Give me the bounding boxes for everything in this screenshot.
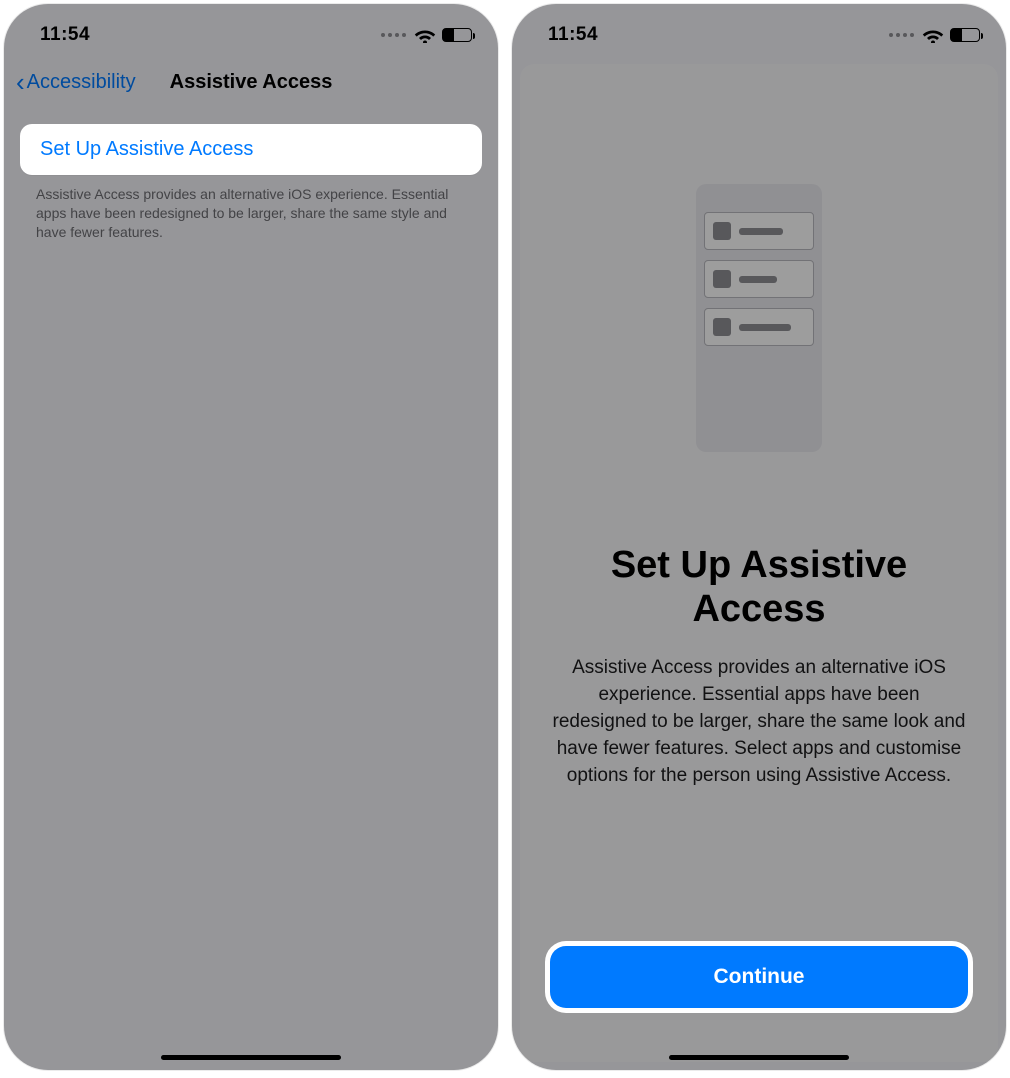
- continue-button[interactable]: Continue: [550, 946, 968, 1008]
- intro-title: Set Up Assistive Access: [544, 544, 974, 631]
- continue-label: Continue: [714, 965, 805, 989]
- wifi-icon: [922, 27, 944, 43]
- right-screenshot: 11:54 Set Up Assistive Access Assistive …: [512, 4, 1006, 1070]
- illustration-row: [704, 260, 814, 298]
- home-indicator: [669, 1055, 849, 1060]
- cellular-dots-icon: [889, 33, 914, 37]
- illustration-row: [704, 212, 814, 250]
- page-title: Assistive Access: [4, 71, 498, 94]
- wifi-icon: [414, 27, 436, 43]
- status-icons: [889, 27, 980, 43]
- home-indicator: [161, 1055, 341, 1060]
- section-footer: Assistive Access provides an alternative…: [4, 175, 498, 242]
- battery-icon: [950, 28, 980, 42]
- setup-assistive-access-label: Set Up Assistive Access: [40, 138, 462, 161]
- setup-assistive-access-row[interactable]: Set Up Assistive Access: [20, 124, 482, 175]
- cellular-dots-icon: [381, 33, 406, 37]
- settings-body: Set Up Assistive Access Assistive Access…: [4, 106, 498, 242]
- illustration-row: [704, 308, 814, 346]
- status-time: 11:54: [548, 24, 598, 46]
- assistive-access-illustration: [696, 184, 822, 452]
- left-screenshot: 11:54 ‹ Accessibility Assistive Access S…: [4, 4, 498, 1070]
- battery-icon: [442, 28, 472, 42]
- status-icons: [381, 27, 472, 43]
- intro-card: Set Up Assistive Access Assistive Access…: [520, 64, 998, 1062]
- status-time: 11:54: [40, 24, 90, 46]
- navigation-bar: ‹ Accessibility Assistive Access: [4, 58, 498, 106]
- status-bar: 11:54: [512, 12, 1006, 58]
- intro-body: Assistive Access provides an alternative…: [549, 655, 969, 790]
- status-bar: 11:54: [4, 12, 498, 58]
